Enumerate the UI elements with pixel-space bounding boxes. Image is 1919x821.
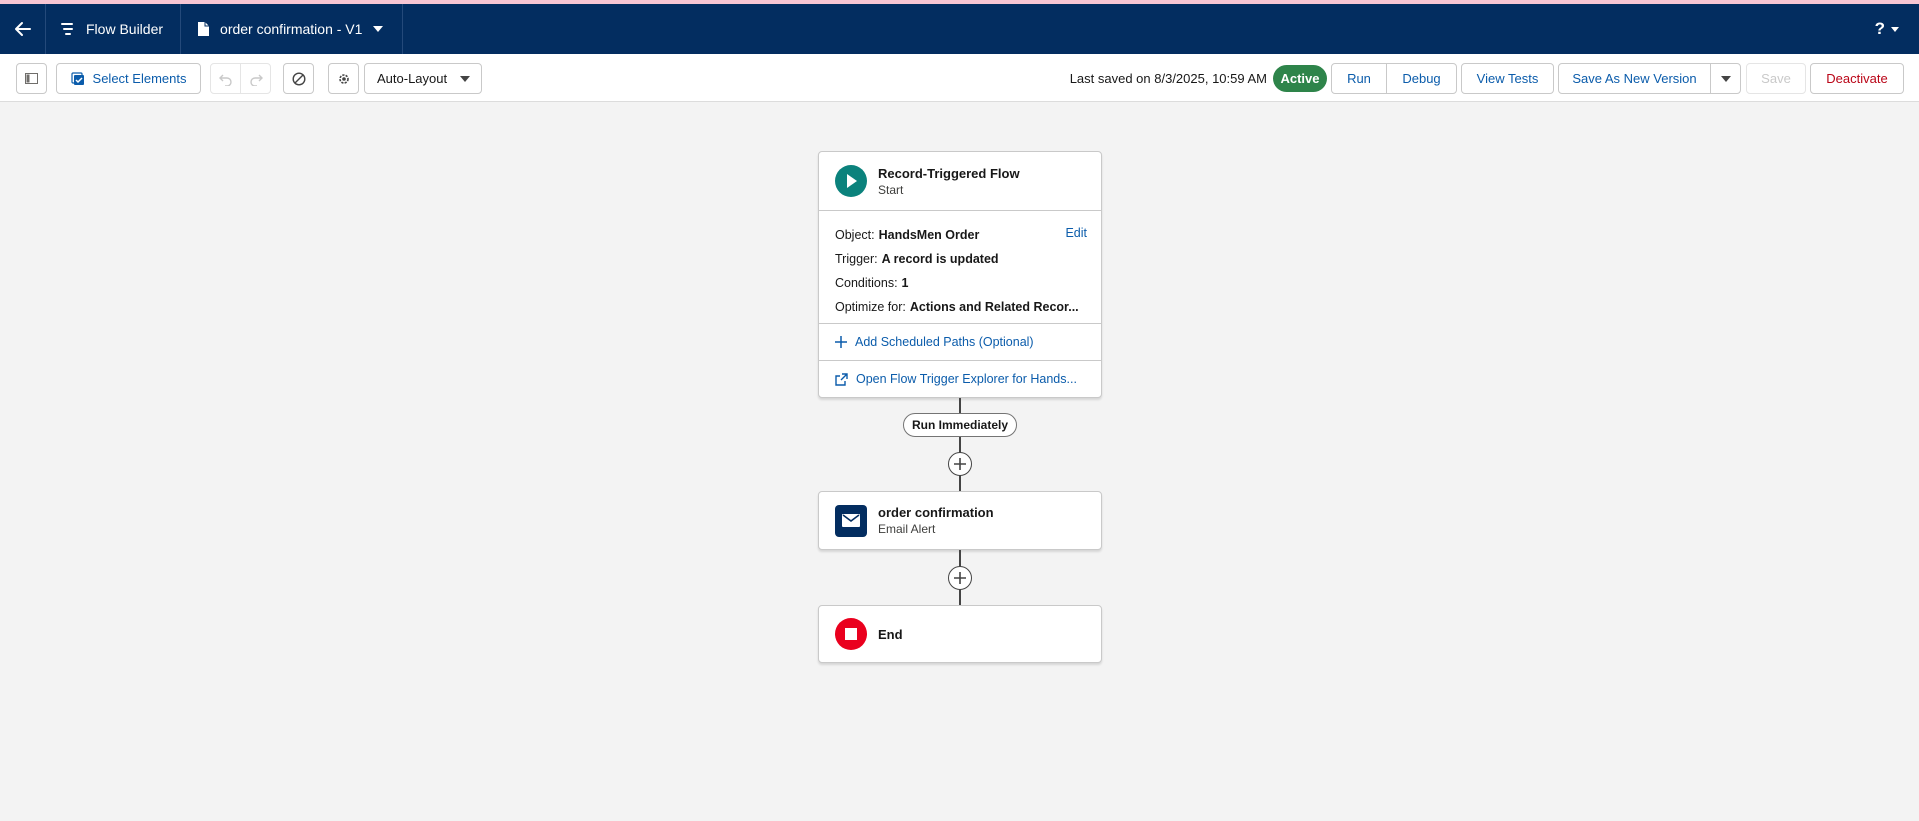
connector-line xyxy=(959,398,961,491)
file-menu[interactable]: order confirmation - V1 xyxy=(181,4,404,54)
redo-icon xyxy=(249,74,263,86)
run-button[interactable]: Run xyxy=(1331,63,1387,94)
chevron-down-icon xyxy=(1720,75,1731,82)
add-icon xyxy=(954,458,966,470)
app-name-tab[interactable]: Flow Builder xyxy=(46,4,182,54)
detail-label: Optimize for: xyxy=(835,300,906,314)
layout-select[interactable]: Auto-Layout xyxy=(364,63,482,94)
detail-label: Object: xyxy=(835,228,875,242)
arrow-left-icon xyxy=(14,22,31,36)
detail-value: Actions and Related Recor... xyxy=(909,300,1079,314)
toggle-panel-button[interactable] xyxy=(16,63,47,94)
detail-row-conditions: Conditions: 1 xyxy=(835,271,1085,295)
email-alert-header: order confirmation Email Alert xyxy=(819,492,1101,549)
email-alert-title: order confirmation xyxy=(878,505,994,520)
panel-icon xyxy=(25,73,38,84)
end-node-title: End xyxy=(878,626,903,642)
app-name: Flow Builder xyxy=(86,21,164,37)
add-scheduled-paths-link[interactable]: Add Scheduled Paths (Optional) xyxy=(819,324,1101,360)
chevron-down-icon xyxy=(1891,26,1899,32)
deactivate-button[interactable]: Deactivate xyxy=(1810,63,1904,94)
checkbox-select-icon xyxy=(70,71,84,85)
detail-value: 1 xyxy=(901,276,909,290)
start-node-header: Record-Triggered Flow Start xyxy=(819,152,1101,210)
undo-button[interactable] xyxy=(210,63,241,94)
start-node-subtitle: Start xyxy=(878,182,904,197)
start-node-title: Record-Triggered Flow xyxy=(878,165,1020,181)
email-alert-node[interactable]: order confirmation Email Alert xyxy=(818,491,1102,550)
detail-row-trigger: Trigger: A record is updated xyxy=(835,247,1085,271)
end-node-header: End xyxy=(819,606,1101,662)
toolbar: Select Elements Auto-Layout Last saved o… xyxy=(0,54,1919,102)
layout-value: Auto-Layout xyxy=(377,71,448,86)
detail-value: HandsMen Order xyxy=(878,228,980,242)
add-icon xyxy=(835,336,847,348)
stop-icon xyxy=(835,618,867,650)
add-element-button[interactable] xyxy=(948,566,972,590)
help-icon: ? xyxy=(1874,19,1885,38)
settings-button[interactable] xyxy=(328,63,359,94)
undo-icon xyxy=(218,74,232,86)
email-alert-subtitle: Email Alert xyxy=(878,522,936,536)
detail-label: Conditions: xyxy=(835,276,898,290)
error-check-button[interactable] xyxy=(283,63,314,94)
help-menu[interactable]: ? xyxy=(1875,4,1899,54)
save-as-new-version-button[interactable]: Save As New Version xyxy=(1558,63,1711,94)
new-window-icon xyxy=(835,372,848,386)
save-options-dropdown[interactable] xyxy=(1710,63,1741,94)
last-saved-text: Last saved on 8/3/2025, 10:59 AM xyxy=(1069,71,1267,86)
document-icon xyxy=(198,22,210,36)
detail-label: Trigger: xyxy=(835,252,878,266)
ban-icon xyxy=(291,71,306,86)
play-icon xyxy=(835,165,867,197)
file-name: order confirmation - V1 xyxy=(220,21,363,37)
select-elements-button[interactable]: Select Elements xyxy=(56,63,201,94)
end-node[interactable]: End xyxy=(818,605,1102,663)
open-trigger-explorer-link[interactable]: Open Flow Trigger Explorer for Hands... xyxy=(819,361,1101,397)
back-button[interactable] xyxy=(0,4,46,54)
email-icon xyxy=(835,504,867,537)
run-immediately-label[interactable]: Run Immediately xyxy=(903,413,1017,437)
open-trigger-explorer-label: Open Flow Trigger Explorer for Hands... xyxy=(856,372,1077,386)
add-icon xyxy=(954,572,966,584)
chevron-down-icon xyxy=(460,76,470,82)
save-button[interactable]: Save xyxy=(1746,63,1806,94)
debug-button[interactable]: Debug xyxy=(1386,63,1457,94)
chevron-down-icon xyxy=(373,26,384,32)
detail-row-object: Object: HandsMen Order xyxy=(835,223,1085,247)
header-bar: Flow Builder order confirmation - V1 ? xyxy=(0,4,1919,54)
flow-icon xyxy=(61,23,73,35)
gear-icon xyxy=(338,73,349,84)
start-node-details: Object: HandsMen Order Trigger: A record… xyxy=(819,211,1101,323)
detail-row-optimize: Optimize for: Actions and Related Recor.… xyxy=(835,295,1085,319)
select-elements-label: Select Elements xyxy=(92,71,187,86)
detail-value: A record is updated xyxy=(881,252,999,266)
add-scheduled-paths-label: Add Scheduled Paths (Optional) xyxy=(855,335,1034,349)
view-tests-button[interactable]: View Tests xyxy=(1461,63,1554,94)
status-badge: Active xyxy=(1273,65,1327,92)
edit-link[interactable]: Edit xyxy=(1065,226,1087,240)
redo-button[interactable] xyxy=(240,63,271,94)
add-element-button[interactable] xyxy=(948,452,972,476)
start-node[interactable]: Record-Triggered Flow Start Edit Object:… xyxy=(818,151,1102,398)
